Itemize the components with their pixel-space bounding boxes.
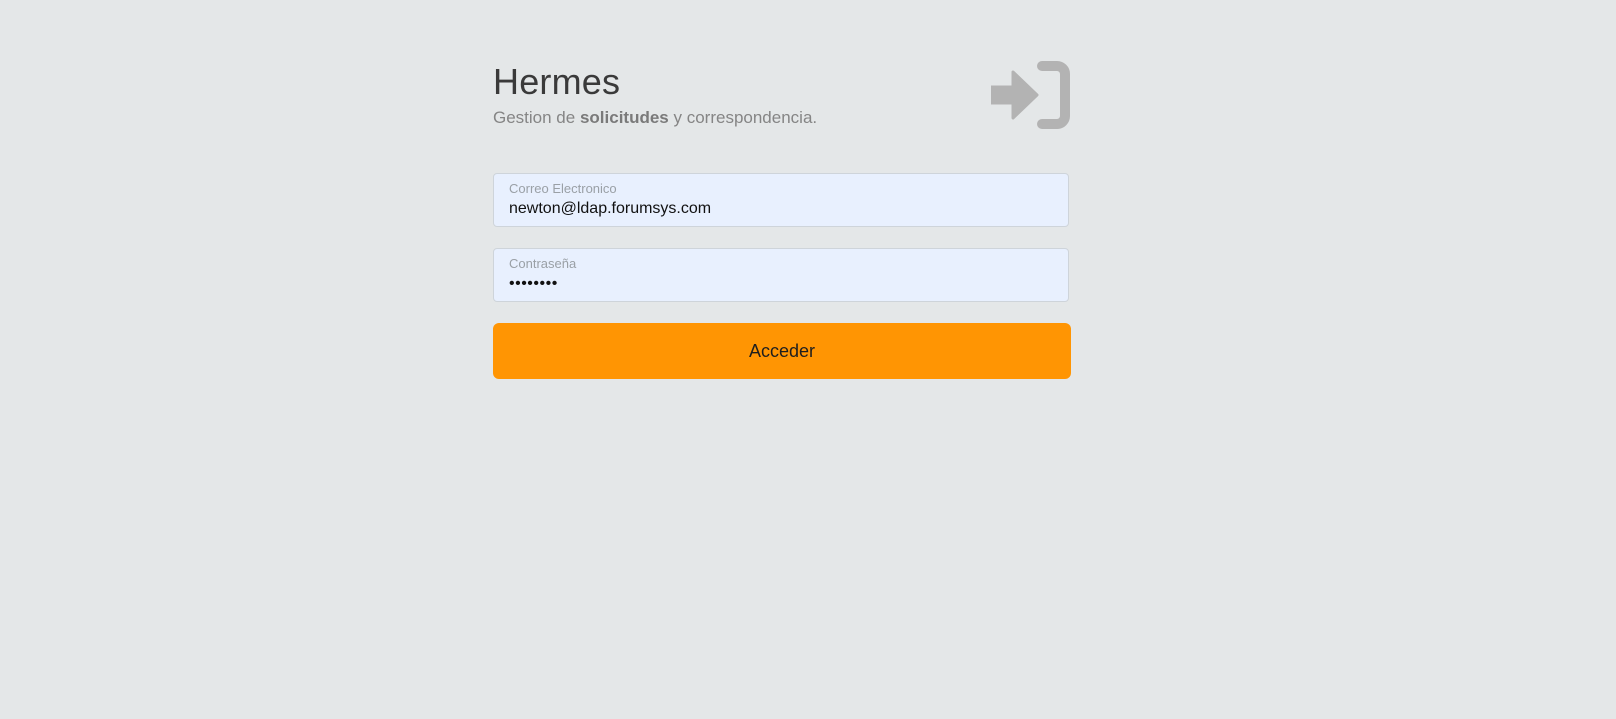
password-field[interactable]: Contraseña — [493, 248, 1069, 302]
email-input[interactable] — [509, 200, 1049, 218]
app-subtitle: Gestion de solicitudes y correspondencia… — [493, 106, 1071, 130]
password-label: Contraseña — [509, 256, 577, 271]
sign-in-icon — [991, 61, 1070, 129]
subtitle-prefix: Gestion de — [493, 108, 580, 127]
brand-header: Hermes Gestion de solicitudes y correspo… — [493, 58, 1071, 158]
login-panel: Hermes Gestion de solicitudes y correspo… — [493, 58, 1071, 379]
app-title: Hermes — [493, 61, 621, 102]
email-field[interactable]: Correo Electronico — [493, 173, 1069, 227]
subtitle-highlight: solicitudes — [579, 108, 669, 127]
login-button[interactable]: Acceder — [493, 323, 1071, 379]
email-label: Correo Electronico — [509, 181, 617, 196]
password-input[interactable] — [509, 275, 1049, 293]
subtitle-suffix: y correspondencia. — [668, 108, 818, 127]
